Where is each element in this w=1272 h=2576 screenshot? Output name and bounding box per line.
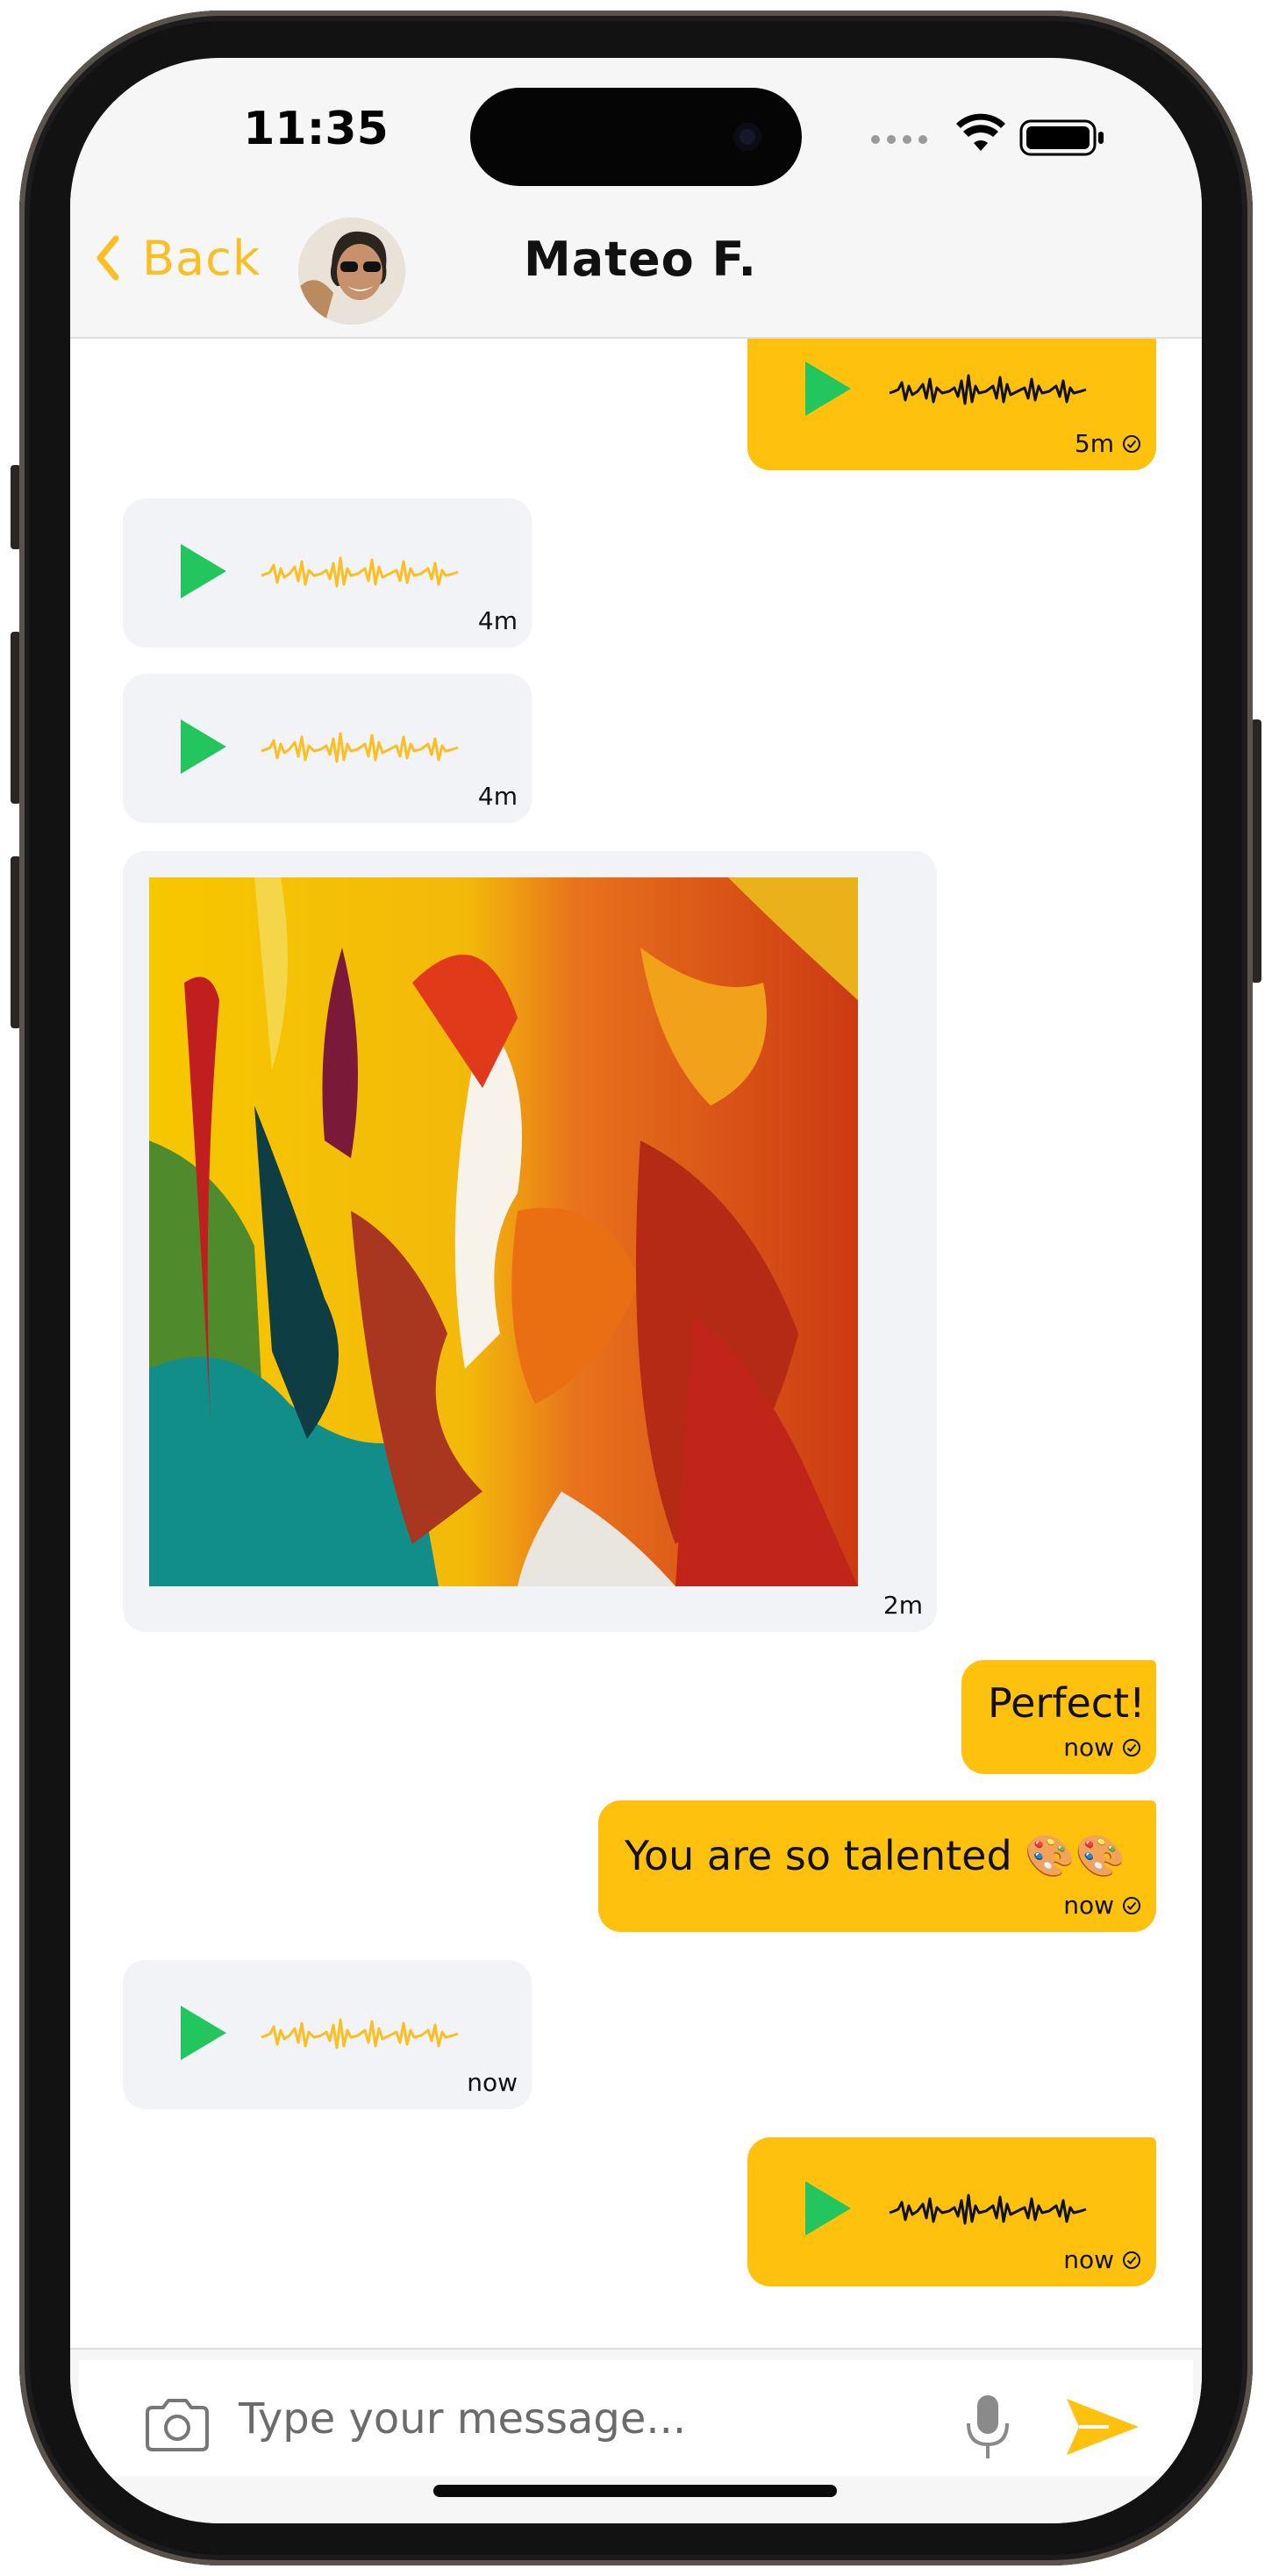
message-meta: now [467,2068,518,2097]
play-icon[interactable] [802,358,854,419]
check-circle-icon [1123,1738,1140,1757]
check-circle-icon [1123,2250,1140,2269]
message-meta: 4m [478,782,518,811]
waveform-icon [889,374,1087,405]
message-time: now [467,2068,518,2097]
camera-icon[interactable] [142,2397,212,2453]
message-time: 2m [883,1591,923,1620]
message-input[interactable] [237,2379,960,2458]
text-message-outgoing[interactable]: Perfect! now [961,1660,1156,1774]
waveform-icon [261,2018,459,2050]
message-time: 4m [477,782,518,811]
message-text: Perfect! [988,1679,1146,1727]
back-label: Back [142,230,261,286]
message-time: 5m [1074,429,1114,458]
voice-message-incoming[interactable]: 4m [123,674,532,823]
phone-screen: 11:35 Back Mateo F. 5m 4m 4m 2m Perfect!… [70,58,1202,2523]
voice-message-outgoing[interactable]: 5m [747,339,1156,470]
message-meta: now [1063,1891,1142,1920]
message-time: now [1063,1891,1114,1920]
composer-bar [79,2360,1193,2476]
check-circle-icon [1123,434,1140,453]
play-icon[interactable] [802,2178,854,2239]
dynamic-island [470,88,802,186]
play-icon[interactable] [177,2002,230,2064]
message-meta: 5m [1075,429,1142,458]
voice-message-outgoing[interactable]: now [747,2137,1156,2286]
cellular-signal-icon [871,135,927,144]
chevron-left-icon [96,235,119,281]
message-meta: 2m [883,1591,923,1620]
wifi-icon [956,113,1005,151]
waveform-icon [261,732,459,763]
message-time: now [1063,1733,1114,1762]
voice-message-incoming[interactable]: 4m [123,498,532,648]
play-icon[interactable] [177,716,230,777]
message-time: 4m [477,606,518,635]
play-icon[interactable] [177,540,230,602]
message-time: now [1063,2245,1114,2274]
microphone-icon[interactable] [963,2394,1012,2460]
front-camera [733,123,761,151]
back-button[interactable]: Back [88,221,272,295]
image-message-incoming[interactable]: 2m [123,851,937,1632]
message-meta: now [1063,2245,1142,2274]
voice-message-incoming[interactable]: now [123,1960,532,2109]
message-composer [70,2348,1202,2523]
contact-avatar[interactable] [298,218,405,325]
check-circle-icon [1123,1896,1140,1914]
text-message-outgoing[interactable]: You are so talented 🎨🎨 now [598,1800,1156,1932]
message-list: 5m 4m 4m 2m Perfect! now You are so tale… [70,339,1202,2348]
status-icons [868,111,1158,163]
send-icon[interactable] [1063,2395,1142,2458]
chat-header: Back Mateo F. [70,190,1202,339]
waveform-icon [889,2193,1087,2225]
waveform-icon [261,556,459,588]
message-text: You are so talented 🎨🎨 [625,1832,1126,1879]
battery-icon [1019,119,1104,156]
status-time: 11:35 [243,103,389,155]
message-meta: 4m [478,606,518,635]
contact-name: Mateo F. [524,232,757,287]
message-meta: now [1063,1733,1142,1762]
home-indicator [433,2485,837,2497]
abstract-painting-image[interactable] [149,877,858,1586]
